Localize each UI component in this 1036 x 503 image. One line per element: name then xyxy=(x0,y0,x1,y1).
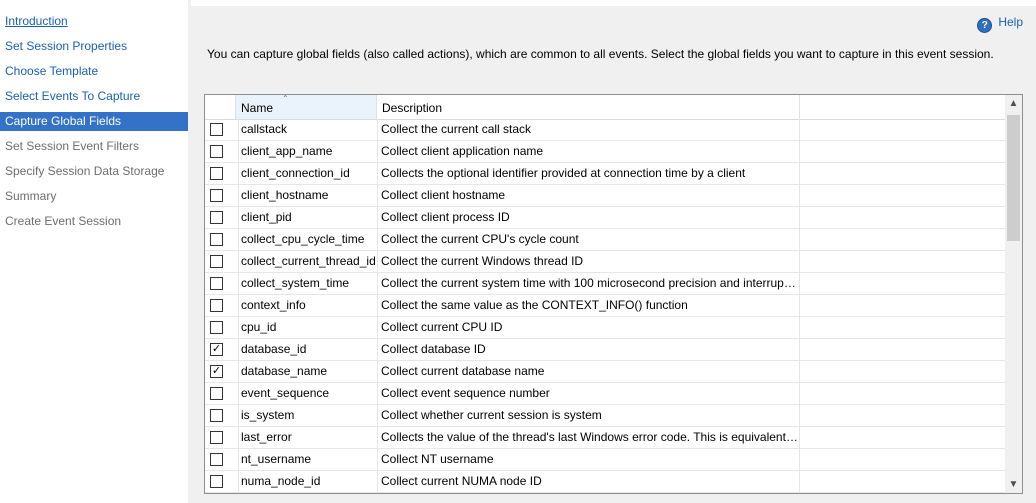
field-description: Collect the current system time with 100… xyxy=(377,273,800,294)
nav-item-choose-template[interactable]: Choose Template xyxy=(0,62,188,81)
table-row[interactable]: callstack Collect the current call stack xyxy=(205,119,1005,141)
header-name-column[interactable]: ⌃ Name xyxy=(236,95,377,119)
table-row[interactable]: nt_username Collect NT username xyxy=(205,449,1005,471)
field-description: Collect client hostname xyxy=(377,185,800,206)
field-description: Collect the current CPU's cycle count xyxy=(377,229,800,250)
header-checkbox-column xyxy=(205,95,236,119)
field-checkbox[interactable] xyxy=(210,123,223,136)
field-checkbox[interactable] xyxy=(210,167,223,180)
field-name: callstack xyxy=(238,119,377,140)
table-row[interactable]: numa_node_id Collect current NUMA node ID xyxy=(205,471,1005,493)
field-name: client_hostname xyxy=(238,185,377,206)
field-name: database_name xyxy=(238,361,377,382)
field-name: client_pid xyxy=(238,207,377,228)
grid-rows: callstack Collect the current call stack c… xyxy=(205,119,1005,493)
nav-item-set-session-properties[interactable]: Set Session Properties xyxy=(0,37,188,56)
nav-item-summary[interactable]: Summary xyxy=(0,187,188,206)
field-description: Collect current database name xyxy=(377,361,800,382)
nav-item-specify-session-data-storage[interactable]: Specify Session Data Storage xyxy=(0,162,188,181)
table-row[interactable]: client_hostname Collect client hostname xyxy=(205,185,1005,207)
field-checkbox[interactable] xyxy=(210,255,223,268)
field-description: Collects the value of the thread's last … xyxy=(377,427,800,448)
field-description: Collect client process ID xyxy=(377,207,800,228)
help-label: Help xyxy=(998,15,1023,29)
field-checkbox[interactable]: ✓ xyxy=(210,365,223,378)
nav-item-introduction[interactable]: Introduction xyxy=(0,12,188,31)
help-link[interactable]: ? Help xyxy=(977,14,1023,33)
field-name: client_app_name xyxy=(238,141,377,162)
field-name: collect_current_thread_id xyxy=(238,251,377,272)
field-name: is_system xyxy=(238,405,377,426)
header-description-label: Description xyxy=(382,101,443,115)
table-row[interactable]: cpu_id Collect current CPU ID xyxy=(205,317,1005,339)
field-name: last_error xyxy=(238,427,377,448)
table-row[interactable]: last_error Collects the value of the thre… xyxy=(205,427,1005,449)
global-fields-grid: ⌃ Name Description callstack Collect the … xyxy=(204,94,1023,494)
chevron-up-icon[interactable]: ▲ xyxy=(1005,95,1022,112)
field-name: collect_cpu_cycle_time xyxy=(238,229,377,250)
field-checkbox[interactable] xyxy=(210,145,223,158)
field-checkbox[interactable] xyxy=(210,299,223,312)
field-description: Collects the optional identifier provide… xyxy=(377,163,800,184)
field-name: context_info xyxy=(238,295,377,316)
table-row[interactable]: ✓ database_id Collect database ID xyxy=(205,339,1005,361)
field-checkbox[interactable] xyxy=(210,453,223,466)
field-description: Collect the current Windows thread ID xyxy=(377,251,800,272)
field-description: Collect the same value as the CONTEXT_IN… xyxy=(377,295,800,316)
nav-item-create-event-session[interactable]: Create Event Session xyxy=(0,212,188,231)
table-row[interactable]: client_connection_id Collects the optiona… xyxy=(205,163,1005,185)
field-checkbox[interactable] xyxy=(210,233,223,246)
table-row[interactable]: collect_cpu_cycle_time Collect the curren… xyxy=(205,229,1005,251)
field-description: Collect current NUMA node ID xyxy=(377,471,800,492)
field-name: cpu_id xyxy=(238,317,377,338)
main-panel: ? Help You can capture global fields (als… xyxy=(191,0,1036,503)
sort-ascending-icon: ⌃ xyxy=(282,94,289,103)
vertical-scrollbar[interactable]: ▲ ▼ xyxy=(1005,95,1022,493)
field-description: Collect whether current session is syste… xyxy=(377,405,800,426)
field-checkbox[interactable] xyxy=(210,409,223,422)
field-description: Collect the current call stack xyxy=(377,119,800,140)
field-checkbox[interactable] xyxy=(210,211,223,224)
field-checkbox[interactable]: ✓ xyxy=(210,343,223,356)
field-description: Collect database ID xyxy=(377,339,800,360)
header-description-column[interactable]: Description xyxy=(377,95,800,119)
field-name: nt_username xyxy=(238,449,377,470)
field-checkbox[interactable] xyxy=(210,277,223,290)
nav-item-select-events-to-capture[interactable]: Select Events To Capture xyxy=(0,87,188,106)
help-icon: ? xyxy=(977,18,993,33)
table-row[interactable]: is_system Collect whether current session… xyxy=(205,405,1005,427)
field-checkbox[interactable] xyxy=(210,321,223,334)
nav-item-set-session-event-filters[interactable]: Set Session Event Filters xyxy=(0,137,188,156)
field-checkbox[interactable] xyxy=(210,387,223,400)
field-name: client_connection_id xyxy=(238,163,377,184)
wizard-navigation: Introduction Set Session Properties Choose… xyxy=(0,0,188,503)
field-description: Collect NT username xyxy=(377,449,800,470)
table-row[interactable]: collect_system_time Collect the current s… xyxy=(205,273,1005,295)
field-checkbox[interactable] xyxy=(210,475,223,488)
grid-header: ⌃ Name Description xyxy=(205,95,1005,120)
field-description: Collect current CPU ID xyxy=(377,317,800,338)
field-name: event_sequence xyxy=(238,383,377,404)
header-band xyxy=(191,0,1036,6)
field-checkbox[interactable] xyxy=(210,189,223,202)
table-row[interactable]: ✓ database_name Collect current database n… xyxy=(205,361,1005,383)
field-name: database_id xyxy=(238,339,377,360)
scrollbar-thumb[interactable] xyxy=(1007,115,1020,241)
field-checkbox[interactable] xyxy=(210,431,223,444)
nav-item-capture-global-fields[interactable]: Capture Global Fields xyxy=(0,112,188,131)
table-row[interactable]: client_pid Collect client process ID xyxy=(205,207,1005,229)
header-name-label: Name xyxy=(241,101,274,115)
field-name: numa_node_id xyxy=(238,471,377,492)
chevron-down-icon[interactable]: ▼ xyxy=(1005,476,1022,493)
table-row[interactable]: event_sequence Collect event sequence num… xyxy=(205,383,1005,405)
field-name: collect_system_time xyxy=(238,273,377,294)
intro-text: You can capture global fields (also call… xyxy=(207,47,994,61)
table-row[interactable]: client_app_name Collect client applicatio… xyxy=(205,141,1005,163)
table-row[interactable]: collect_current_thread_id Collect the cur… xyxy=(205,251,1005,273)
table-row[interactable]: context_info Collect the same value as th… xyxy=(205,295,1005,317)
field-description: Collect event sequence number xyxy=(377,383,800,404)
field-description: Collect client application name xyxy=(377,141,800,162)
